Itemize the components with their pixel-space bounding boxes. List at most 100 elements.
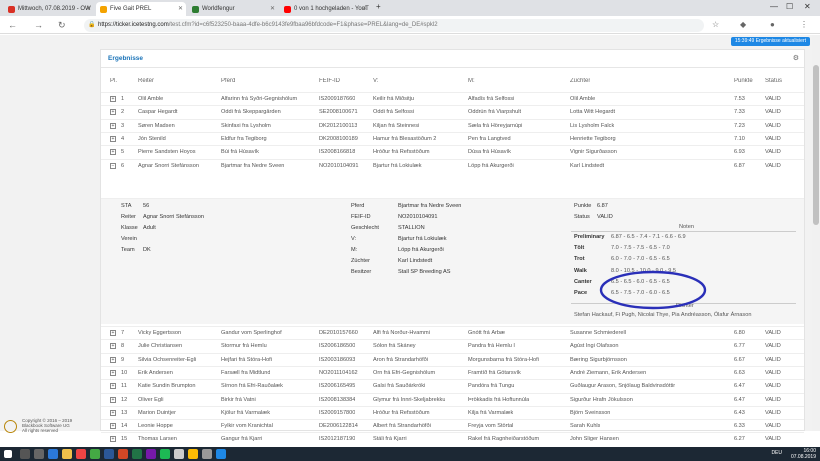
expand-icon[interactable]: + <box>110 122 116 129</box>
tab-close-icon[interactable]: ✕ <box>362 2 367 16</box>
table-row[interactable]: +12 Oliver Egli Birkir frá Vatni IS20081383… <box>101 392 804 406</box>
search-icon[interactable] <box>20 449 30 459</box>
app-icon[interactable] <box>174 449 184 459</box>
explorer-icon[interactable] <box>62 449 72 459</box>
app-icon[interactable] <box>90 449 100 459</box>
cell-pl: 1 <box>121 96 125 102</box>
expand-icon[interactable]: + <box>110 409 116 416</box>
table-row[interactable]: −6 Agnar Snorri Stefánsson Bjartmar fra Ne… <box>101 158 804 172</box>
detail-reiter-label: Reiter <box>121 214 136 220</box>
expand-icon[interactable]: + <box>110 396 116 403</box>
table-row[interactable]: +7 Vicky Eggertsson Gandur vom Sperlinghof… <box>101 326 804 339</box>
tab-close-icon[interactable]: ✕ <box>270 2 275 16</box>
col-header-pferd: Pferd <box>221 78 236 84</box>
grade-label: Walk <box>574 267 587 274</box>
gear-icon[interactable]: ⚙ <box>793 54 799 62</box>
app-icon[interactable] <box>216 449 226 459</box>
chrome-icon[interactable] <box>188 449 198 459</box>
app-icon[interactable] <box>76 449 86 459</box>
app-icon[interactable] <box>118 449 128 459</box>
detail-v-label: V: <box>351 236 357 242</box>
table-row[interactable]: +4 Jón Stenild Eldfur fra Tegiborg DK200810… <box>101 131 804 145</box>
detail-feif-label: FEIF-ID <box>351 214 371 220</box>
task-view-icon[interactable] <box>34 449 44 459</box>
cell-reiter: Olil Amble <box>138 96 164 102</box>
close-window-icon[interactable]: ✕ <box>804 0 811 14</box>
app-icon[interactable] <box>146 449 156 459</box>
expand-icon[interactable]: + <box>110 356 116 363</box>
expand-icon[interactable]: + <box>110 423 116 430</box>
cell-zuchter: John Sliger Hansen <box>570 436 619 443</box>
clock[interactable]: 16:00 07.08.2019 <box>791 448 816 460</box>
cell-zuchter: Lotta Witt Hegardt <box>570 109 616 116</box>
keyboard-language[interactable]: DEU <box>771 450 782 456</box>
collapse-icon[interactable]: − <box>110 162 116 169</box>
app-icon[interactable] <box>202 449 212 459</box>
minimize-icon[interactable]: — <box>770 0 778 14</box>
scrollbar-thumb[interactable] <box>813 65 819 225</box>
tab-label: 0 von 1 hochgeladen - YouT <box>294 6 369 12</box>
expand-icon[interactable]: + <box>110 369 116 376</box>
edge-icon[interactable] <box>48 449 58 459</box>
table-row[interactable]: +8 Julie Christiansen Stormur frá Hemlu IS2… <box>101 339 804 352</box>
table-row[interactable]: +3 Søren Madsen Skinfaxi fra Lysholm DK2012… <box>101 118 804 132</box>
table-row[interactable]: +1 Olil Amble Álfarinn frá Syðri-Gegnishól… <box>101 92 804 105</box>
cell-m: Pandra frá Hemlu I <box>468 343 515 350</box>
tab-close-icon[interactable]: ✕ <box>178 2 183 16</box>
browser-tab-2[interactable]: Five Gait PREL ✕ <box>96 2 186 16</box>
url-input[interactable]: 🔒 https://ticker.icetestng.com/test.cfm?… <box>84 19 704 32</box>
profile-icon[interactable]: ● <box>770 20 775 29</box>
detail-sta: 56 <box>143 203 150 209</box>
cell-feif: SE2008100671 <box>319 109 358 116</box>
cell-reiter: Pierre Sandsten Hoyos <box>138 149 196 156</box>
table-row[interactable]: +2 Caspar Hegardt Oddi frá Skeppargården SE… <box>101 105 804 118</box>
cell-reiter: Thomas Larsen <box>138 436 177 443</box>
extension-icon[interactable]: ◆ <box>740 20 746 29</box>
table-row[interactable]: +14 Leonie Hoppe Fylkir vom Kranichtal DE20… <box>101 419 804 432</box>
detail-reiter: Agnar Snorri Stefánsson <box>143 214 204 220</box>
table-row[interactable]: +5 Pierre Sandsten Hoyos Búi frá Húsavík IS… <box>101 145 804 158</box>
cell-punkte: 7.53 <box>734 96 745 102</box>
detail-klasse: Adult <box>143 225 156 231</box>
cell-m: Framtíð frá Götarsvík <box>468 369 521 376</box>
reload-icon[interactable]: ↻ <box>58 19 66 31</box>
expand-icon[interactable]: + <box>110 343 116 350</box>
table-row[interactable]: +11 Katie Sundin Brumpton Sírnon frá Efri-… <box>101 379 804 392</box>
expand-icon[interactable]: + <box>110 109 116 116</box>
app-icon[interactable] <box>132 449 142 459</box>
table-row[interactable]: +13 Marion Duintjer Kjölur frá Varmalæk IS2… <box>101 405 804 419</box>
table-row[interactable]: +9 Silvia Ochsenreiter-Egli Hejfari frá St… <box>101 352 804 366</box>
results-panel: Ergebnisse ⚙ Pl. Reiter Pferd FEIF-ID V:… <box>100 49 805 443</box>
browser-tab-1[interactable]: Mittwoch, 07.08.2019 - OW ✕ <box>4 2 94 16</box>
page-scrollbar[interactable] <box>812 35 820 431</box>
expand-icon[interactable]: + <box>110 135 116 142</box>
expand-icon[interactable]: + <box>110 436 116 443</box>
maximize-icon[interactable]: ☐ <box>786 0 793 14</box>
cell-status: VALID <box>765 356 781 363</box>
expand-icon[interactable]: + <box>110 96 116 102</box>
star-icon[interactable]: ☆ <box>712 20 719 29</box>
windows-start-icon[interactable] <box>4 450 12 458</box>
page-content: 15:39:49 Ergebnisse aktualisiert Ergebni… <box>0 35 820 443</box>
tab-close-icon[interactable]: ✕ <box>86 2 91 16</box>
expand-icon[interactable]: + <box>110 149 116 156</box>
table-row[interactable]: +15 Thomas Larsen Gangur frá Kjarri IS20121… <box>101 432 804 445</box>
app-icon[interactable] <box>104 449 114 459</box>
spotify-icon[interactable] <box>160 449 170 459</box>
menu-icon[interactable]: ⋮ <box>800 20 808 29</box>
browser-tab-4[interactable]: 0 von 1 hochgeladen - YouT ✕ <box>280 2 370 16</box>
expand-icon[interactable]: + <box>110 383 116 390</box>
col-header-m: M: <box>468 78 475 84</box>
new-tab-button[interactable]: + <box>376 0 381 14</box>
cell-zuchter: Karl Lindstedt <box>570 162 605 169</box>
divider <box>571 231 796 232</box>
forward-icon[interactable]: → <box>34 19 43 31</box>
back-icon[interactable]: ← <box>8 19 17 31</box>
cell-pl: 5 <box>121 149 125 156</box>
cell-pl: 10 <box>121 369 128 376</box>
expand-icon[interactable]: + <box>110 330 116 336</box>
cell-m: Rakel frá Ragnheiðarstöðum <box>468 436 540 443</box>
cell-pl: 6 <box>121 162 125 169</box>
browser-tab-3[interactable]: Worldfengur ✕ <box>188 2 278 16</box>
table-row[interactable]: +10 Erik Andersen Farsæll fra Midtlund NO20… <box>101 365 804 379</box>
